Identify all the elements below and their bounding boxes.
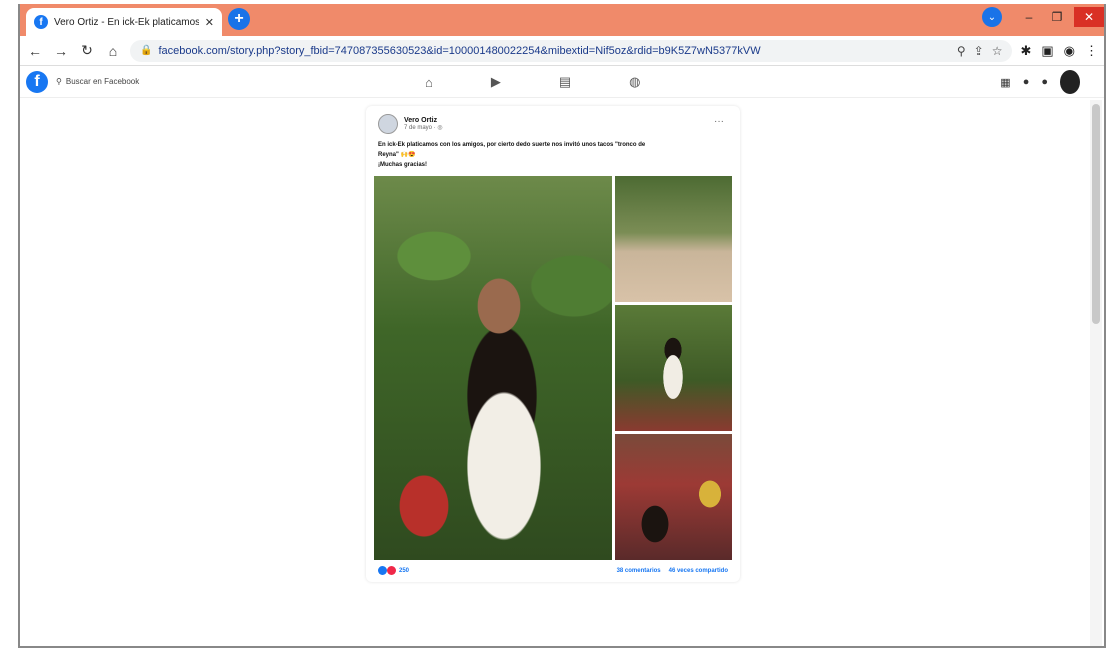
close-window-button[interactable]: ✕	[1074, 7, 1104, 27]
like-reaction-icon	[378, 566, 387, 575]
messenger-icon[interactable]: ●	[1023, 76, 1030, 88]
profile-avatar-icon[interactable]: ◉	[1064, 43, 1075, 59]
reload-icon[interactable]: ↻	[78, 42, 96, 59]
search-placeholder: Buscar en Facebook	[65, 77, 140, 86]
forward-arrow-icon[interactable]: →	[52, 43, 70, 59]
tab-title: Vero Ortiz - En ick-Ek platicamos	[54, 16, 199, 28]
author-avatar[interactable]	[378, 114, 398, 134]
watch-nav-icon[interactable]: ▶	[491, 74, 501, 90]
zoom-icon[interactable]: ⚲	[957, 44, 966, 58]
facebook-nav: ⌂ ▶ ▤ ◍	[425, 66, 641, 98]
facebook-favicon-icon: f	[34, 15, 48, 29]
facebook-logo[interactable]: f	[26, 70, 48, 93]
photo-thumbnail[interactable]	[615, 305, 732, 431]
address-bar[interactable]: 🔒 facebook.com/story.php?story_fbid=7470…	[130, 39, 1013, 62]
facebook-right-icons: ▦ ● ●	[1000, 70, 1080, 94]
post-photo-grid	[374, 176, 732, 560]
browser-window: f Vero Ortiz - En ick-Ek platicamos ✕ + …	[18, 4, 1106, 648]
post-footer: 250 38 comentarios 46 veces compartido	[378, 566, 728, 575]
side-panel-icon[interactable]: ▣	[1041, 43, 1053, 59]
tab-strip: f Vero Ortiz - En ick-Ek platicamos ✕ + …	[20, 4, 1104, 36]
facebook-post: Vero Ortiz 7 de mayo · ◎ ··· En ick-Ek p…	[366, 106, 740, 582]
account-avatar[interactable]	[1060, 70, 1080, 94]
reaction-count: 250	[399, 567, 410, 574]
share-icon[interactable]: ⇪	[974, 44, 984, 58]
browser-toolbar: ← → ↻ ⌂ 🔒 facebook.com/story.php?story_f…	[20, 36, 1104, 66]
scrollbar-thumb[interactable]	[1092, 104, 1100, 324]
page-scrollbar[interactable]	[1090, 100, 1102, 646]
shares-count[interactable]: 46 veces compartido	[669, 568, 728, 574]
facebook-search[interactable]: ⚲ Buscar en Facebook	[56, 77, 139, 86]
lock-icon[interactable]: 🔒	[140, 45, 152, 56]
window-controls: ⌄ – ❐ ✕	[982, 4, 1104, 30]
facebook-header: f ⚲ Buscar en Facebook ⌂ ▶ ▤ ◍ ▦ ● ●	[20, 66, 1104, 98]
post-text: En ick-Ek platicamos con los amigos, por…	[378, 140, 728, 170]
bookmark-star-icon[interactable]: ☆	[992, 44, 1003, 58]
photo-thumbnail[interactable]	[615, 434, 732, 560]
post-text-line: Reyna" 🙌😍	[378, 152, 416, 158]
profile-icon[interactable]: ⌄	[982, 7, 1002, 27]
post-header: Vero Ortiz 7 de mayo · ◎ ···	[378, 114, 728, 134]
tab-close-icon[interactable]: ✕	[205, 16, 214, 29]
comments-count[interactable]: 38 comentarios	[617, 568, 661, 574]
maximize-button[interactable]: ❐	[1046, 7, 1068, 27]
new-tab-button[interactable]: +	[228, 8, 250, 30]
search-icon: ⚲	[56, 77, 62, 86]
gaming-nav-icon[interactable]: ◍	[629, 74, 640, 90]
post-text-line: En ick-Ek platicamos con los amigos, por…	[378, 142, 646, 148]
browser-tab[interactable]: f Vero Ortiz - En ick-Ek platicamos ✕	[26, 8, 222, 36]
extensions-puzzle-icon[interactable]: ✱	[1020, 43, 1031, 59]
photo-thumbnail[interactable]	[615, 176, 732, 302]
marketplace-nav-icon[interactable]: ▤	[559, 74, 571, 90]
notifications-bell-icon[interactable]: ●	[1041, 76, 1048, 88]
browser-menu-icon[interactable]: ⋮	[1085, 43, 1098, 59]
post-time[interactable]: 7 de mayo · ◎	[404, 124, 443, 131]
main-photo[interactable]	[374, 176, 612, 560]
love-reaction-icon	[387, 566, 396, 575]
post-more-icon[interactable]: ···	[714, 116, 724, 127]
author-name[interactable]: Vero Ortiz	[404, 117, 443, 124]
post-text-line: ¡Muchas gracias!	[378, 162, 428, 168]
url-text[interactable]: facebook.com/story.php?story_fbid=747087…	[158, 45, 950, 57]
back-arrow-icon[interactable]: ←	[26, 43, 44, 59]
home-icon[interactable]: ⌂	[104, 43, 122, 59]
menu-grid-icon[interactable]: ▦	[1000, 76, 1010, 89]
home-nav-icon[interactable]: ⌂	[425, 75, 433, 90]
photo-column	[615, 176, 732, 560]
minimize-button[interactable]: –	[1018, 7, 1040, 27]
reactions[interactable]: 250	[378, 566, 409, 575]
